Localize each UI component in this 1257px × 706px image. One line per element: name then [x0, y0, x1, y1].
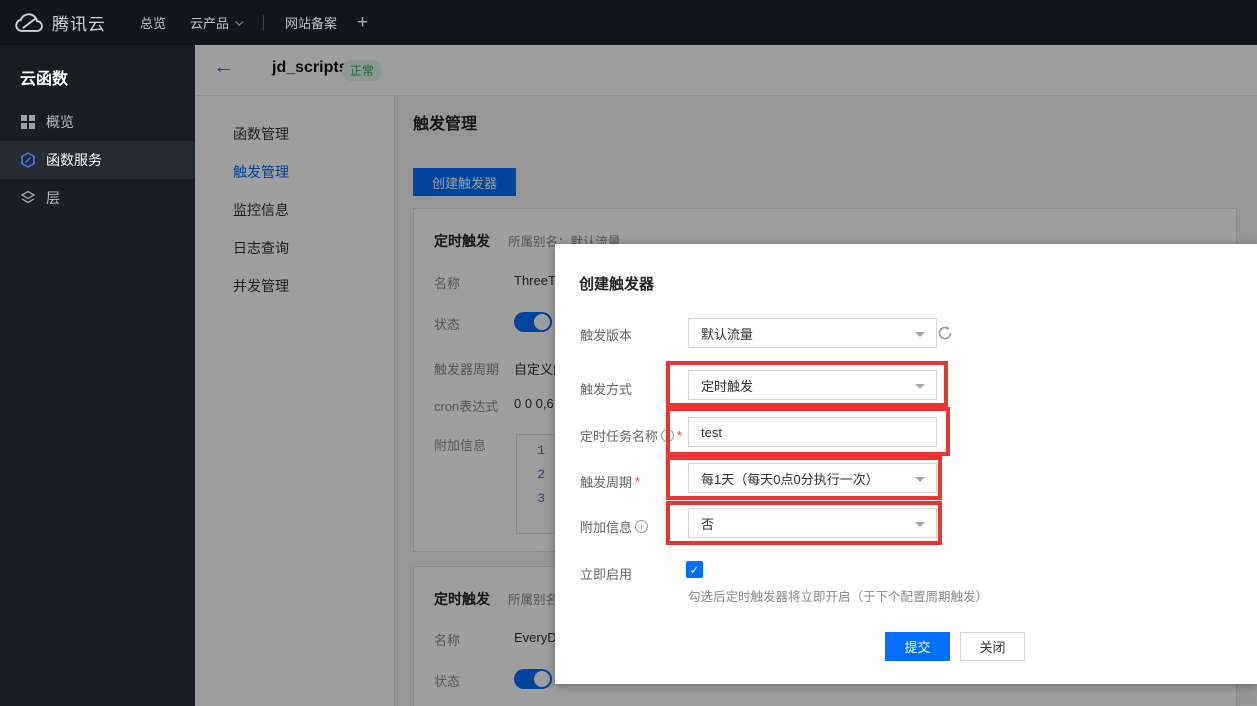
trigger-method-select[interactable]: 定时触发	[688, 370, 937, 400]
nav-overview[interactable]: 总览	[140, 0, 166, 45]
task-name-input[interactable]	[688, 417, 937, 447]
select-value: 默认流量	[701, 324, 753, 343]
nav-divider	[263, 15, 264, 31]
nav-website-record[interactable]: 网站备案	[285, 0, 337, 45]
nav-add-tab-button[interactable]: +	[357, 0, 368, 45]
select-value: 每1天（每天0点0分执行一次）	[701, 469, 879, 488]
chevron-down-icon	[915, 477, 925, 482]
close-button[interactable]: 关闭	[960, 632, 1025, 661]
grid-icon	[20, 114, 36, 130]
create-trigger-modal: 创建触发器 触发版本 默认流量 触发方式 定时触发 定时任务名称i* 触发周期*…	[555, 244, 1257, 684]
sidebar-item-function-service[interactable]: 函数服务	[0, 141, 195, 179]
tencent-cloud-logo[interactable]: 腾讯云	[14, 0, 106, 45]
sidebar-item-label: 层	[46, 188, 60, 208]
field-label-trigger-method: 触发方式	[580, 379, 632, 398]
function-hexagon-icon	[20, 152, 36, 168]
nav-cloud-products[interactable]: 云产品	[190, 0, 241, 45]
tencent-cloud-logo-icon	[14, 12, 44, 34]
info-icon: i	[635, 520, 648, 533]
chevron-down-icon	[235, 17, 243, 25]
sidebar-item-overview[interactable]: 概览	[0, 103, 195, 141]
required-asterisk: *	[635, 474, 640, 489]
refresh-icon[interactable]	[937, 325, 953, 341]
required-asterisk: *	[677, 428, 682, 443]
select-value: 定时触发	[701, 376, 753, 395]
check-icon: ✓	[689, 563, 699, 577]
info-icon: i	[661, 429, 674, 442]
sidebar-item-label: 函数服务	[46, 150, 102, 170]
enable-now-checkbox[interactable]: ✓	[686, 561, 703, 578]
field-label-trigger-version: 触发版本	[580, 325, 632, 344]
field-label-extra-info: 附加信息i	[580, 517, 648, 536]
sidebar-item-layers[interactable]: 层	[0, 179, 195, 217]
left-sidebar: 云函数 概览 函数服务 层	[0, 45, 195, 706]
product-title: 云函数	[0, 45, 195, 103]
sidebar-item-label: 概览	[46, 112, 74, 132]
field-label-task-name: 定时任务名称i*	[580, 426, 682, 445]
trigger-version-select[interactable]: 默认流量	[688, 318, 937, 348]
field-label-trigger-cycle: 触发周期*	[580, 472, 640, 491]
logo-text: 腾讯云	[52, 10, 106, 35]
enable-note: 勾选后定时触发器将立即开启（于下个配置周期触发）	[688, 586, 988, 605]
chevron-down-icon	[915, 332, 925, 337]
chevron-down-icon	[915, 384, 925, 389]
select-value: 否	[701, 514, 714, 533]
top-navbar: 腾讯云 总览 云产品 网站备案 +	[0, 0, 1257, 45]
submit-button[interactable]: 提交	[885, 632, 950, 661]
layers-icon	[20, 190, 36, 206]
chevron-down-icon	[915, 522, 925, 527]
field-label-enable-now: 立即启用	[580, 564, 632, 583]
modal-title: 创建触发器	[579, 273, 654, 294]
trigger-cycle-select[interactable]: 每1天（每天0点0分执行一次）	[688, 463, 937, 493]
extra-info-select[interactable]: 否	[688, 508, 937, 538]
